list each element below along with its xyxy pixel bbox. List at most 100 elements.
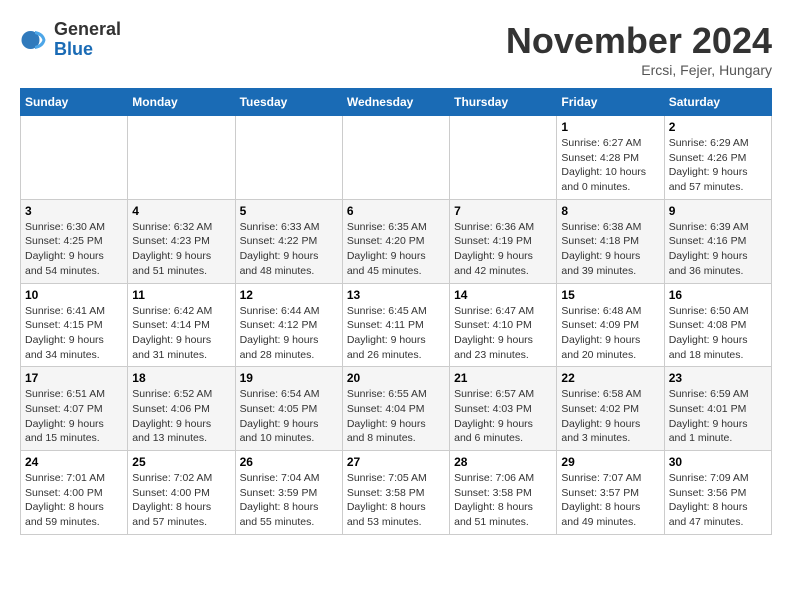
day-info: Sunrise: 6:47 AMSunset: 4:10 PMDaylight:… bbox=[454, 304, 552, 363]
calendar-cell: 27Sunrise: 7:05 AMSunset: 3:58 PMDayligh… bbox=[342, 451, 449, 535]
logo-line2: Blue bbox=[54, 40, 121, 60]
calendar-cell bbox=[21, 116, 128, 200]
day-info: Sunrise: 6:52 AMSunset: 4:06 PMDaylight:… bbox=[132, 387, 230, 446]
day-number: 1 bbox=[561, 120, 659, 134]
calendar-cell bbox=[235, 116, 342, 200]
calendar-cell bbox=[450, 116, 557, 200]
day-info: Sunrise: 6:41 AMSunset: 4:15 PMDaylight:… bbox=[25, 304, 123, 363]
day-info: Sunrise: 6:58 AMSunset: 4:02 PMDaylight:… bbox=[561, 387, 659, 446]
day-number: 22 bbox=[561, 371, 659, 385]
day-number: 18 bbox=[132, 371, 230, 385]
calendar-header: SundayMondayTuesdayWednesdayThursdayFrid… bbox=[21, 89, 772, 116]
day-info: Sunrise: 6:29 AMSunset: 4:26 PMDaylight:… bbox=[669, 136, 767, 195]
day-info: Sunrise: 7:01 AMSunset: 4:00 PMDaylight:… bbox=[25, 471, 123, 530]
logo-icon bbox=[20, 25, 50, 55]
calendar-week-2: 3 Sunrise: 6:30 AMSunset: 4:25 PMDaylight… bbox=[21, 199, 772, 283]
calendar-cell: 29Sunrise: 7:07 AMSunset: 3:57 PMDayligh… bbox=[557, 451, 664, 535]
calendar-cell: 19 Sunrise: 6:54 AMSunset: 4:05 PMDayligh… bbox=[235, 367, 342, 451]
calendar-cell: 18 Sunrise: 6:52 AMSunset: 4:06 PMDayligh… bbox=[128, 367, 235, 451]
calendar-cell bbox=[128, 116, 235, 200]
day-info: Sunrise: 6:45 AMSunset: 4:11 PMDaylight:… bbox=[347, 304, 445, 363]
day-info: Sunrise: 6:55 AMSunset: 4:04 PMDaylight:… bbox=[347, 387, 445, 446]
day-info: Sunrise: 6:59 AMSunset: 4:01 PMDaylight:… bbox=[669, 387, 767, 446]
calendar-cell: 2 Sunrise: 6:29 AMSunset: 4:26 PMDaylight… bbox=[664, 116, 771, 200]
weekday-header-wednesday: Wednesday bbox=[342, 89, 449, 116]
day-number: 6 bbox=[347, 204, 445, 218]
day-info: Sunrise: 6:39 AMSunset: 4:16 PMDaylight:… bbox=[669, 220, 767, 279]
day-info: Sunrise: 6:35 AMSunset: 4:20 PMDaylight:… bbox=[347, 220, 445, 279]
day-number: 7 bbox=[454, 204, 552, 218]
calendar-cell: 9 Sunrise: 6:39 AMSunset: 4:16 PMDaylight… bbox=[664, 199, 771, 283]
logo-line1: General bbox=[54, 20, 121, 40]
day-number: 9 bbox=[669, 204, 767, 218]
calendar-cell: 4 Sunrise: 6:32 AMSunset: 4:23 PMDaylight… bbox=[128, 199, 235, 283]
calendar-body: 1Sunrise: 6:27 AMSunset: 4:28 PMDaylight… bbox=[21, 116, 772, 535]
calendar-cell: 26 Sunrise: 7:04 AMSunset: 3:59 PMDayligh… bbox=[235, 451, 342, 535]
calendar-cell: 28Sunrise: 7:06 AMSunset: 3:58 PMDayligh… bbox=[450, 451, 557, 535]
calendar-cell: 23 Sunrise: 6:59 AMSunset: 4:01 PMDayligh… bbox=[664, 367, 771, 451]
day-number: 12 bbox=[240, 288, 338, 302]
day-number: 11 bbox=[132, 288, 230, 302]
day-number: 26 bbox=[240, 455, 338, 469]
logo: General Blue bbox=[20, 20, 121, 60]
calendar-cell: 15 Sunrise: 6:48 AMSunset: 4:09 PMDayligh… bbox=[557, 283, 664, 367]
day-number: 10 bbox=[25, 288, 123, 302]
weekday-header-row: SundayMondayTuesdayWednesdayThursdayFrid… bbox=[21, 89, 772, 116]
day-number: 2 bbox=[669, 120, 767, 134]
weekday-header-tuesday: Tuesday bbox=[235, 89, 342, 116]
day-number: 19 bbox=[240, 371, 338, 385]
day-number: 21 bbox=[454, 371, 552, 385]
calendar-cell: 21Sunrise: 6:57 AMSunset: 4:03 PMDayligh… bbox=[450, 367, 557, 451]
calendar-week-3: 10 Sunrise: 6:41 AMSunset: 4:15 PMDayligh… bbox=[21, 283, 772, 367]
day-info: Sunrise: 6:38 AMSunset: 4:18 PMDaylight:… bbox=[561, 220, 659, 279]
day-info: Sunrise: 6:54 AMSunset: 4:05 PMDaylight:… bbox=[240, 387, 338, 446]
calendar-cell: 11 Sunrise: 6:42 AMSunset: 4:14 PMDayligh… bbox=[128, 283, 235, 367]
day-number: 16 bbox=[669, 288, 767, 302]
day-info: Sunrise: 7:09 AMSunset: 3:56 PMDaylight:… bbox=[669, 471, 767, 530]
calendar-cell: 30Sunrise: 7:09 AMSunset: 3:56 PMDayligh… bbox=[664, 451, 771, 535]
day-number: 23 bbox=[669, 371, 767, 385]
day-info: Sunrise: 6:36 AMSunset: 4:19 PMDaylight:… bbox=[454, 220, 552, 279]
page-header: General Blue November 2024 Ercsi, Fejer,… bbox=[20, 20, 772, 78]
calendar-week-5: 24 Sunrise: 7:01 AMSunset: 4:00 PMDayligh… bbox=[21, 451, 772, 535]
day-number: 3 bbox=[25, 204, 123, 218]
location: Ercsi, Fejer, Hungary bbox=[506, 62, 772, 78]
calendar-cell: 12 Sunrise: 6:44 AMSunset: 4:12 PMDayligh… bbox=[235, 283, 342, 367]
day-number: 14 bbox=[454, 288, 552, 302]
day-number: 5 bbox=[240, 204, 338, 218]
weekday-header-saturday: Saturday bbox=[664, 89, 771, 116]
day-info: Sunrise: 6:42 AMSunset: 4:14 PMDaylight:… bbox=[132, 304, 230, 363]
day-info: Sunrise: 7:04 AMSunset: 3:59 PMDaylight:… bbox=[240, 471, 338, 530]
day-number: 4 bbox=[132, 204, 230, 218]
day-number: 27 bbox=[347, 455, 445, 469]
calendar-cell: 1Sunrise: 6:27 AMSunset: 4:28 PMDaylight… bbox=[557, 116, 664, 200]
day-info: Sunrise: 6:48 AMSunset: 4:09 PMDaylight:… bbox=[561, 304, 659, 363]
calendar-cell: 16Sunrise: 6:50 AMSunset: 4:08 PMDayligh… bbox=[664, 283, 771, 367]
calendar-cell: 3 Sunrise: 6:30 AMSunset: 4:25 PMDaylight… bbox=[21, 199, 128, 283]
day-info: Sunrise: 6:30 AMSunset: 4:25 PMDaylight:… bbox=[25, 220, 123, 279]
calendar-cell: 7 Sunrise: 6:36 AMSunset: 4:19 PMDaylight… bbox=[450, 199, 557, 283]
month-title: November 2024 bbox=[506, 20, 772, 62]
calendar-cell: 24 Sunrise: 7:01 AMSunset: 4:00 PMDayligh… bbox=[21, 451, 128, 535]
calendar-week-4: 17Sunrise: 6:51 AMSunset: 4:07 PMDayligh… bbox=[21, 367, 772, 451]
day-info: Sunrise: 6:32 AMSunset: 4:23 PMDaylight:… bbox=[132, 220, 230, 279]
day-number: 24 bbox=[25, 455, 123, 469]
weekday-header-thursday: Thursday bbox=[450, 89, 557, 116]
calendar-cell bbox=[342, 116, 449, 200]
calendar-cell: 10 Sunrise: 6:41 AMSunset: 4:15 PMDayligh… bbox=[21, 283, 128, 367]
day-info: Sunrise: 7:02 AMSunset: 4:00 PMDaylight:… bbox=[132, 471, 230, 530]
day-number: 8 bbox=[561, 204, 659, 218]
day-info: Sunrise: 6:51 AMSunset: 4:07 PMDaylight:… bbox=[25, 387, 123, 446]
day-number: 20 bbox=[347, 371, 445, 385]
calendar-cell: 5 Sunrise: 6:33 AMSunset: 4:22 PMDaylight… bbox=[235, 199, 342, 283]
day-number: 15 bbox=[561, 288, 659, 302]
calendar-cell: 14 Sunrise: 6:47 AMSunset: 4:10 PMDayligh… bbox=[450, 283, 557, 367]
day-info: Sunrise: 6:33 AMSunset: 4:22 PMDaylight:… bbox=[240, 220, 338, 279]
calendar-week-1: 1Sunrise: 6:27 AMSunset: 4:28 PMDaylight… bbox=[21, 116, 772, 200]
weekday-header-sunday: Sunday bbox=[21, 89, 128, 116]
calendar-cell: 20 Sunrise: 6:55 AMSunset: 4:04 PMDayligh… bbox=[342, 367, 449, 451]
day-number: 29 bbox=[561, 455, 659, 469]
day-number: 13 bbox=[347, 288, 445, 302]
day-info: Sunrise: 6:44 AMSunset: 4:12 PMDaylight:… bbox=[240, 304, 338, 363]
weekday-header-friday: Friday bbox=[557, 89, 664, 116]
